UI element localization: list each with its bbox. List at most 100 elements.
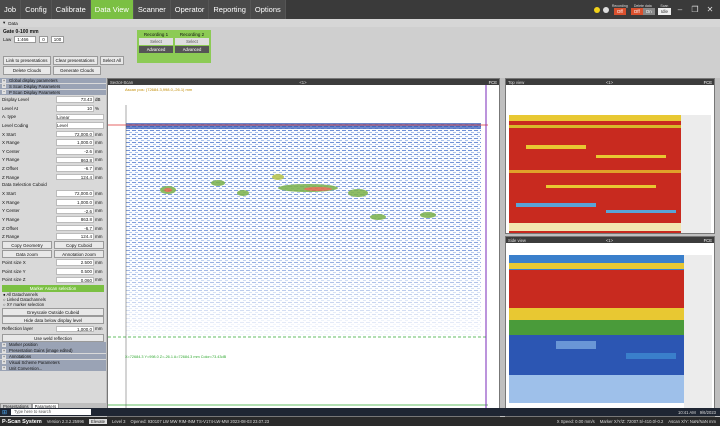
minimize-icon[interactable]: – (674, 5, 686, 14)
tab-calibrate[interactable]: Calibrate (51, 0, 91, 19)
cuboid-y-center-input[interactable]: -2.6 (56, 207, 94, 215)
recording-2-select-button[interactable]: Select (175, 38, 209, 45)
tab-reporting[interactable]: Reporting (209, 0, 251, 19)
section-s-scan[interactable]: + S Scan Display Parameters (0, 83, 106, 90)
hide-below-level-button[interactable]: Hide data below display level (2, 316, 104, 325)
top-right-controls: Recording Off Delete data Off On Scan Id… (593, 0, 720, 19)
section-unit-conversion[interactable]: + Unit Conversion... (0, 365, 106, 371)
collapse-icon[interactable]: ▾ (3, 20, 5, 26)
recording-off-button[interactable]: Off (613, 8, 626, 15)
opened-file-text: Opened: 930107 LW MW RIM-INM TS-V174-LW-… (130, 419, 270, 424)
close-icon[interactable]: ✕ (704, 5, 716, 14)
section-presentation-gains[interactable]: + Presentation Gains (image edited) (0, 348, 106, 354)
x-range-input[interactable]: 1,000.0 (56, 139, 94, 146)
light-icon[interactable] (602, 6, 609, 13)
param-unit: mm (95, 191, 103, 197)
point-size-z-input[interactable]: 0.060 (56, 276, 94, 284)
gate-title: Gate 0-100 mm (3, 29, 39, 35)
app-logo: P-Scan System (2, 418, 42, 425)
cuboid-y-range-input[interactable]: 863.8 (56, 216, 94, 223)
highlight-icon[interactable] (593, 6, 600, 13)
law-range-end[interactable]: 100 (50, 36, 65, 43)
cuboid-x-start-input[interactable]: 72,000.0 (56, 190, 94, 197)
y-range-input[interactable]: 863.8 (56, 156, 94, 164)
delete-clouds-button[interactable]: Delete Clouds (3, 66, 51, 75)
level-coding-select[interactable]: Level (56, 122, 104, 129)
param-unit: % (95, 105, 100, 111)
recordings-panel: Recording 1 Select Advanced Recording 2 … (137, 30, 211, 63)
copy-geometry-button[interactable]: Copy Geometry (2, 241, 52, 250)
section-visual-scheme[interactable]: + Visual Scheme Parameters (0, 359, 106, 365)
scan-idle-button[interactable]: Idle (657, 8, 671, 15)
recording-2-advanced-button[interactable]: Advanced (175, 46, 209, 53)
section-label: Annotations (9, 354, 32, 359)
windows-start-icon[interactable]: ⊞ (2, 409, 7, 416)
copy-cuboid-button[interactable]: Copy Cuboid (54, 241, 104, 250)
sector-scan-header: Sector-Scan <1> FCE (108, 79, 499, 85)
link-presentations-button[interactable]: Link to presentations (3, 56, 51, 65)
param-unit: mm (95, 208, 103, 214)
tab-job[interactable]: Job (0, 0, 22, 19)
tab-options[interactable]: Options (250, 0, 286, 19)
cuboid-z-range-input[interactable]: 124.4 (56, 233, 94, 240)
tab-data-view[interactable]: Data View (90, 0, 134, 19)
top-view-mode: FCE (703, 79, 712, 85)
param-level-coding: Level Coding Level (0, 121, 106, 130)
level-at-input[interactable]: 10 (56, 104, 94, 112)
point-size-y-input[interactable]: 0.500 (56, 267, 94, 275)
z-range-input[interactable]: 124.4 (56, 173, 94, 181)
param-label: Level At (2, 105, 19, 111)
law-input[interactable]: 1:466 (14, 36, 37, 43)
maximize-icon[interactable]: ❐ (689, 5, 701, 14)
param-label: Z Range (2, 234, 20, 240)
radio-xy-marker[interactable]: ○ XY marker selection (0, 302, 106, 307)
select-all-button[interactable]: Select All (99, 56, 125, 65)
marker-ascan-selection-button[interactable]: Marker Ascan selection (2, 284, 104, 292)
recording-1-advanced-button[interactable]: Advanced (139, 46, 173, 53)
top-view-image[interactable] (506, 85, 714, 233)
control-strip: Gate 0-100 mm Law 1:466 0 100 Link to pr… (0, 27, 720, 78)
param-x-start: X Start 72,000.0 mm (0, 130, 106, 139)
point-size-x-input[interactable]: 2.500 (56, 259, 94, 266)
expand-icon: + (2, 78, 6, 83)
a-type-select[interactable]: Linear (56, 113, 104, 121)
section-annotations[interactable]: + Annotations (0, 353, 106, 360)
cuboid-z-offset: Z Offset -6.7 mm (0, 224, 106, 233)
section-global-display[interactable]: + Global display parameters (0, 78, 106, 84)
generate-clouds-button[interactable]: Generate Clouds (53, 66, 101, 75)
reflection-layer-input[interactable]: 1,000.0 (56, 325, 94, 333)
tab-operator[interactable]: Operator (170, 0, 210, 19)
level-text: Level 3 (111, 419, 126, 424)
section-label: Presentation Gains (image edited) (9, 348, 73, 354)
tab-config[interactable]: Config (21, 0, 52, 19)
cuboid-z-offset-input[interactable]: -6.7 (56, 224, 94, 232)
data-subbar: ▾ Data (0, 19, 720, 27)
sector-scan-image[interactable] (108, 85, 499, 416)
collapse-icon: − (2, 90, 6, 95)
use-weld-reflection-button[interactable]: Use weld reflection (2, 333, 104, 342)
greyscale-outside-cuboid-button[interactable]: Greyscale Outside Cubeid (2, 307, 104, 316)
delete-off-button[interactable]: Off (630, 8, 643, 15)
clear-presentations-button[interactable]: Clear presentations (52, 56, 98, 65)
param-label: X Range (2, 140, 20, 146)
taskbar-date: 9/6/2023 (699, 409, 716, 415)
display-level-input[interactable]: 73.43 (56, 96, 94, 103)
taskbar-search-input[interactable]: Type here to search (11, 409, 92, 415)
param-label: Y Center (2, 148, 20, 154)
delete-on-button[interactable]: On (642, 8, 655, 15)
tab-scanner[interactable]: Scanner (133, 0, 171, 19)
z-offset-input[interactable]: -6.7 (56, 165, 94, 172)
x-start-input[interactable]: 72,000.0 (56, 130, 94, 138)
section-label: Global display parameters (9, 78, 58, 84)
elevate-button[interactable]: Elevate (89, 419, 107, 424)
side-view-image[interactable] (506, 243, 714, 416)
section-label: Unit Conversion... (9, 365, 43, 371)
cuboid-x-range-input[interactable]: 1,000.0 (56, 198, 94, 206)
law-range-start[interactable]: 0 (39, 36, 48, 43)
y-center-input[interactable]: -2.6 (56, 147, 94, 155)
section-marker-position[interactable]: + Marker position (0, 342, 106, 348)
annotation-zoom-button[interactable]: Annotation zoom (54, 249, 104, 258)
data-zoom-button[interactable]: Data zoom (2, 249, 52, 258)
recording-1-select-button[interactable]: Select (139, 38, 173, 45)
section-p-scan[interactable]: − P Scan Display Parameters (0, 89, 106, 95)
